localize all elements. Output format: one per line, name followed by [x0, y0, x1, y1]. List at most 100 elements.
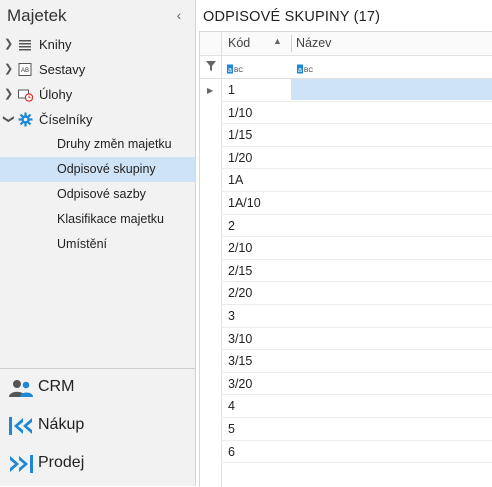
table-row[interactable]: 3 [221, 305, 492, 328]
list-icon [19, 40, 31, 51]
table-row[interactable]: 1/15 [221, 124, 492, 147]
table-row[interactable]: 3/10 [221, 328, 492, 351]
cell-kod[interactable]: 3/20 [228, 377, 252, 391]
page-title: ODPISOVÉ SKUPINY (17) [203, 9, 381, 25]
filter-text-kod-icon[interactable]: a BC [227, 62, 247, 77]
subitem-label: Druhy změn majetku [57, 137, 172, 151]
cell-kod[interactable]: 2/15 [228, 264, 252, 278]
cell-nazev[interactable] [291, 215, 492, 236]
filter-badge-text: BC [234, 67, 243, 74]
tree-item-ulohy[interactable]: ❯ Úlohy [0, 82, 195, 107]
module-label: Nákup [38, 416, 85, 433]
row-selector-column [200, 32, 222, 487]
module-nakup[interactable]: Nákup [0, 408, 195, 444]
cell-kod[interactable]: 1A [228, 173, 243, 187]
cell-nazev[interactable] [291, 169, 492, 190]
table-row[interactable]: 3/15 [221, 350, 492, 373]
table-row[interactable]: 3/20 [221, 373, 492, 396]
chevron-right-icon[interactable]: ❯ [4, 57, 14, 82]
cell-nazev[interactable] [291, 418, 492, 439]
grid-header: Kód ▲ Název [200, 32, 492, 56]
sidebar-header: Majetek ‹ [0, 0, 195, 32]
table-row[interactable]: 4 [221, 395, 492, 418]
subitem-label: Odpisové sazby [57, 187, 146, 201]
filter-text-nazev-icon[interactable]: a BC [297, 62, 317, 77]
cell-kod[interactable]: 5 [228, 422, 235, 436]
column-header-nazev[interactable]: Název [296, 36, 331, 50]
cell-kod[interactable]: 3 [228, 309, 235, 323]
svg-text:AB: AB [21, 68, 29, 74]
cell-kod[interactable]: 6 [228, 445, 235, 459]
data-grid: Kód ▲ Název a BC a BC ▶ 1 1/10 1/15 1/20 1A 1… [199, 31, 492, 487]
cell-kod[interactable]: 1/20 [228, 151, 252, 165]
chevron-right-icon[interactable]: ❯ [4, 32, 14, 57]
cell-kod[interactable]: 3/15 [228, 354, 252, 368]
table-row[interactable]: 1A/10 [221, 192, 492, 215]
tree-item-label: Sestavy [39, 62, 86, 77]
filter-row: a BC a BC [200, 56, 492, 79]
cell-kod[interactable]: 1/15 [228, 128, 252, 142]
cell-nazev[interactable] [291, 79, 492, 100]
cell-nazev[interactable] [291, 350, 492, 371]
subitem-druhy-zmen-majetku[interactable]: Druhy změn majetku [0, 132, 195, 157]
table-row[interactable]: 1/20 [221, 147, 492, 170]
sidebar-divider [0, 368, 195, 369]
subitem-klasifikace-majetku[interactable]: Klasifikace majetku [0, 207, 195, 232]
module-prodej[interactable]: Prodej [0, 446, 195, 482]
people-icon [9, 380, 33, 397]
column-divider[interactable] [291, 35, 292, 52]
column-header-kod[interactable]: Kód [228, 36, 250, 50]
tree-item-label: Knihy [39, 37, 72, 52]
chevron-right-icon[interactable]: ❯ [4, 82, 14, 107]
subitem-odpisove-skupiny[interactable]: Odpisové skupiny [0, 157, 195, 182]
tree-item-knihy[interactable]: ❯ Knihy [0, 32, 195, 57]
gear-icon [18, 112, 33, 127]
cell-nazev[interactable] [291, 237, 492, 258]
grid-rows: 1 1/10 1/15 1/20 1A 1A/10 2 2/10 2/15 2/20 3 3/10 3/… [221, 79, 492, 464]
svg-text:a: a [228, 67, 232, 74]
cell-kod[interactable]: 2/10 [228, 241, 252, 255]
table-row[interactable]: 2 [221, 215, 492, 238]
table-row[interactable]: 5 [221, 418, 492, 441]
cell-nazev[interactable] [291, 192, 492, 213]
table-row[interactable]: 6 [221, 441, 492, 464]
module-crm[interactable]: CRM [0, 370, 195, 406]
sidebar: Majetek ‹ ❯ Knihy ❯ AB Sestavy ❯ Úlohy ❯… [0, 0, 196, 486]
cell-nazev[interactable] [291, 441, 492, 462]
filter-badge-text: BC [304, 67, 313, 74]
cell-nazev[interactable] [291, 328, 492, 349]
cell-nazev[interactable] [291, 282, 492, 303]
tree-item-sestavy[interactable]: ❯ AB Sestavy [0, 57, 195, 82]
table-row[interactable]: 1/10 [221, 102, 492, 125]
cell-kod[interactable]: 1 [228, 83, 235, 97]
current-row-indicator-icon: ▶ [207, 86, 214, 95]
table-row[interactable]: 2/15 [221, 260, 492, 283]
table-row[interactable]: 2/20 [221, 282, 492, 305]
cell-nazev[interactable] [291, 373, 492, 394]
cell-nazev[interactable] [291, 102, 492, 123]
sidebar-title: Majetek [7, 6, 67, 25]
cell-kod[interactable]: 1A/10 [228, 196, 261, 210]
table-row[interactable]: 2/10 [221, 237, 492, 260]
table-row[interactable]: 1A [221, 169, 492, 192]
cell-nazev[interactable] [291, 260, 492, 281]
cell-nazev[interactable] [291, 395, 492, 416]
cell-nazev[interactable] [291, 124, 492, 145]
cell-nazev[interactable] [291, 147, 492, 168]
sale-icon [10, 455, 33, 473]
tree-item-ciselniky[interactable]: ❯ Číselníky [0, 107, 195, 132]
tree-item-label: Číselníky [39, 112, 93, 127]
cell-kod[interactable]: 1/10 [228, 106, 252, 120]
cell-kod[interactable]: 3/10 [228, 332, 252, 346]
cell-kod[interactable]: 2/20 [228, 286, 252, 300]
subitem-umisteni[interactable]: Umístění [0, 232, 195, 257]
cell-kod[interactable]: 2 [228, 219, 235, 233]
report-icon: AB [18, 63, 32, 76]
sort-ascending-icon[interactable]: ▲ [273, 36, 282, 46]
chevron-left-icon[interactable]: ‹ [172, 7, 186, 23]
subitem-odpisove-sazby[interactable]: Odpisové sazby [0, 182, 195, 207]
cell-kod[interactable]: 4 [228, 399, 235, 413]
cell-nazev[interactable] [291, 305, 492, 326]
task-clock-icon [18, 89, 33, 102]
table-row[interactable]: 1 [221, 79, 492, 102]
